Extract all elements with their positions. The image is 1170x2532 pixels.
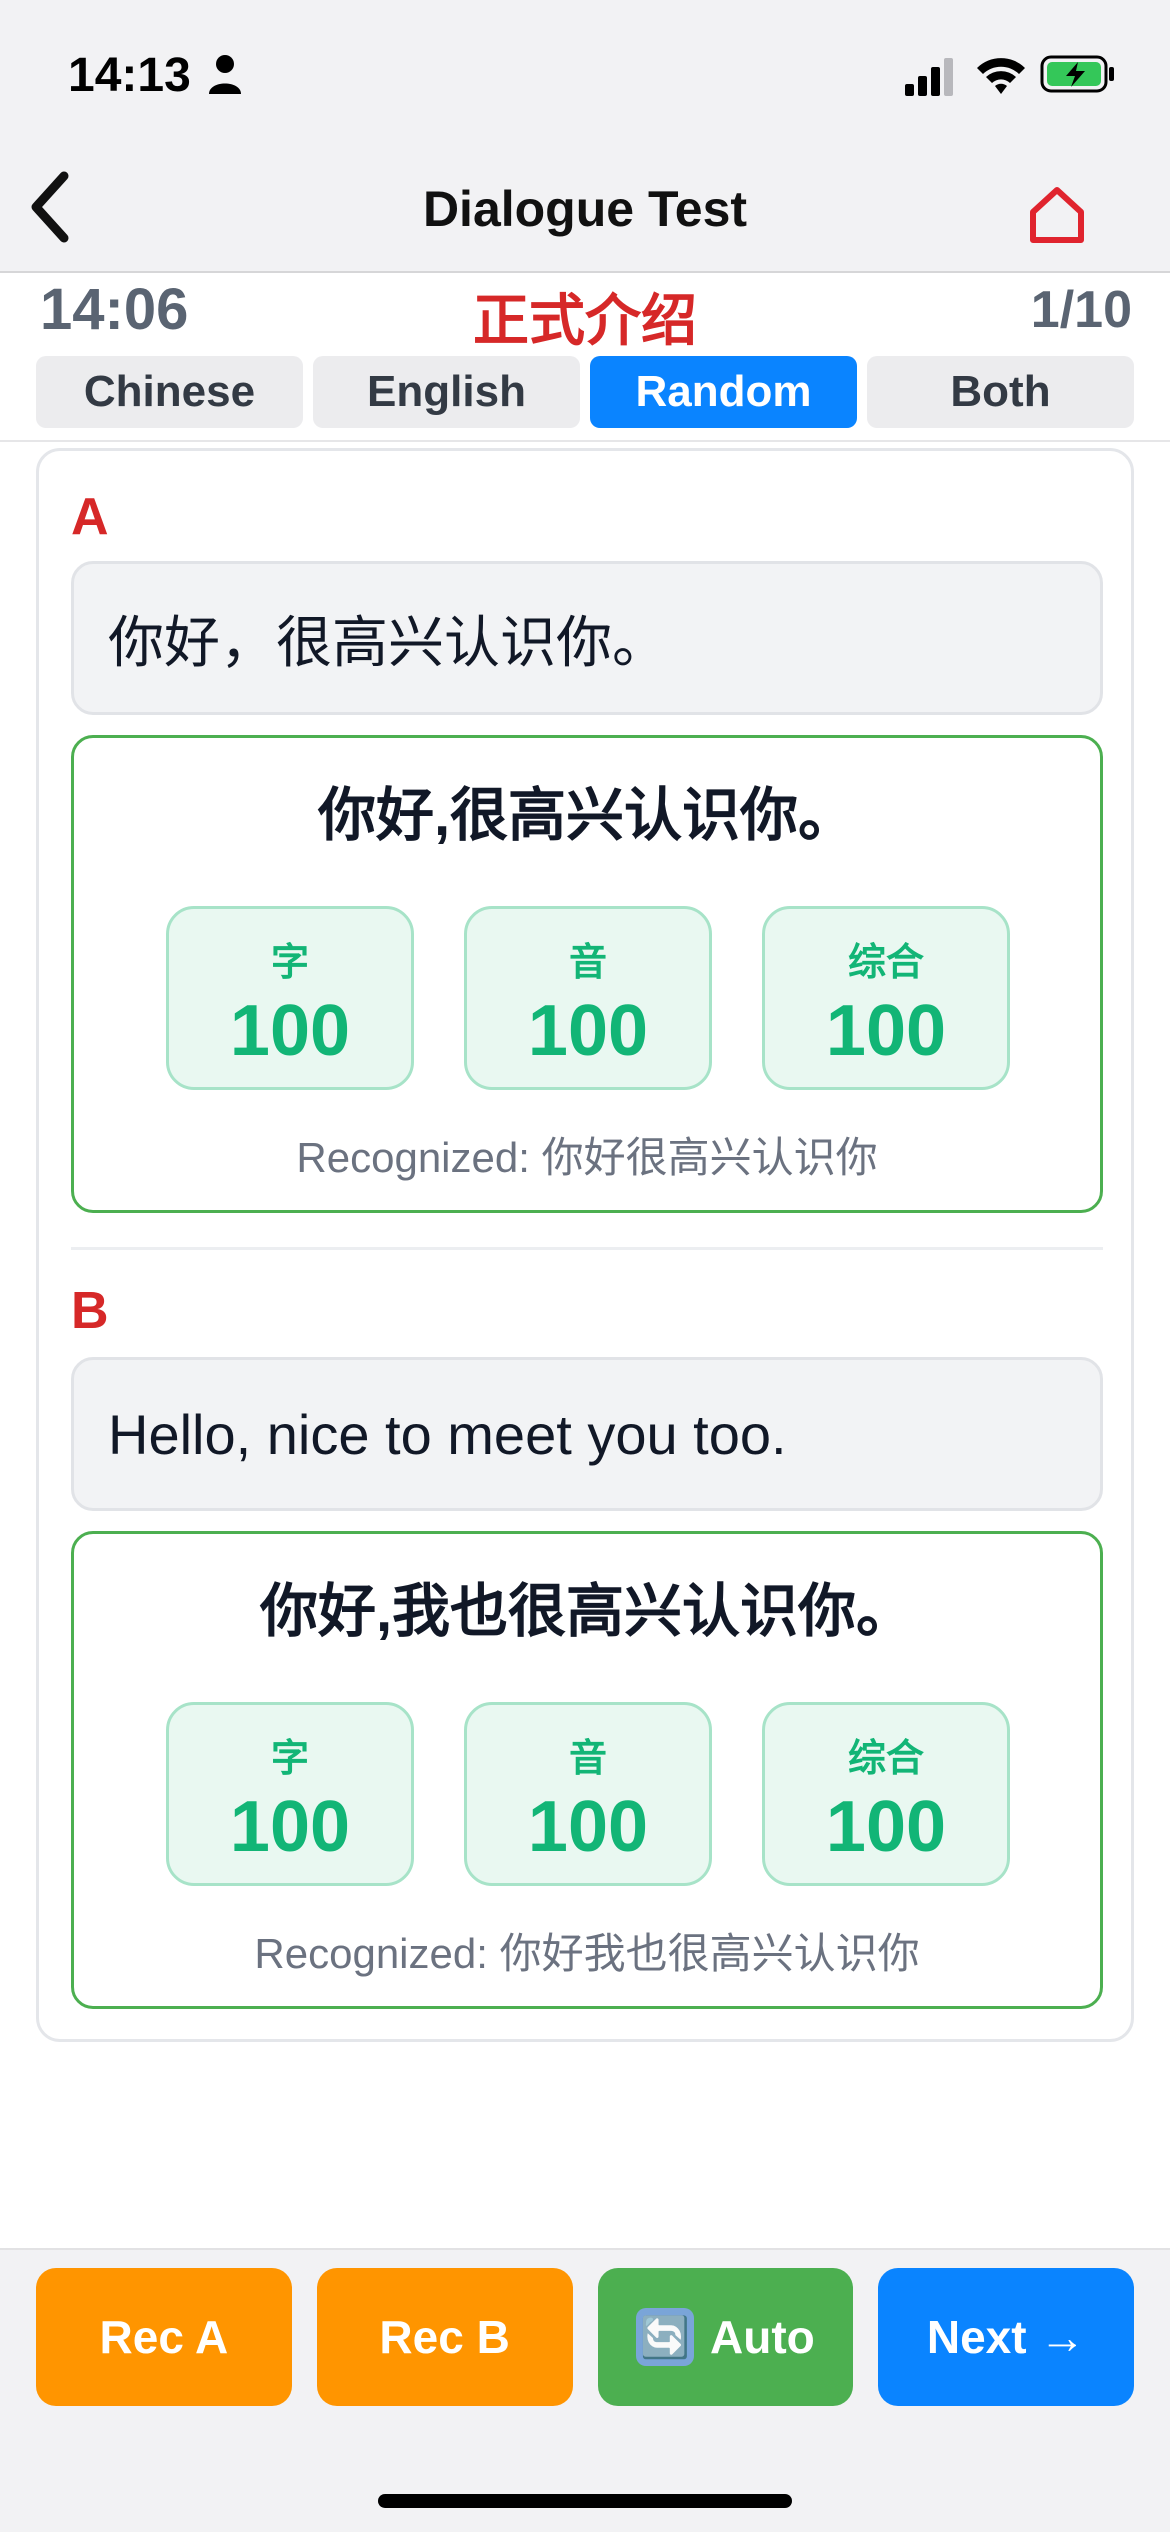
score-row-a: 字 100 音 100 综合 100	[166, 906, 1010, 1090]
next-button[interactable]: Next →	[878, 2268, 1134, 2406]
auto-play-button[interactable]: 🔄 Auto	[597, 2268, 854, 2406]
recognized-text-a: Recognized: 你好很高兴认识你	[296, 1134, 878, 1181]
person-icon	[209, 55, 241, 94]
tab-english[interactable]: English	[313, 356, 580, 428]
score-character-a: 字 100	[166, 906, 414, 1090]
score-label: 综合	[847, 1738, 924, 1780]
lesson-title: 正式介绍	[473, 289, 697, 352]
wifi-icon	[977, 58, 1025, 94]
cellular-signal-icon	[905, 58, 953, 96]
status-time: 14:13	[68, 49, 191, 102]
score-label: 字	[270, 1738, 309, 1780]
line-divider	[71, 1247, 1103, 1250]
result-panel-b: 你好,我也很高兴认识你。 字 100 音 100 综合 100 Recogniz…	[71, 1531, 1103, 2009]
recognized-text-b: Recognized: 你好我也很高兴认识你	[254, 1930, 920, 1977]
top-header: 14:13 Dialogue Test	[0, 0, 1170, 273]
score-value: 100	[229, 1787, 351, 1867]
score-value: 100	[527, 991, 649, 1071]
tabs-divider	[0, 440, 1170, 442]
record-b-button[interactable]: Rec B	[316, 2268, 573, 2406]
result-panel-a: 你好,很高兴认识你。 字 100 音 100 综合 100 Recognized…	[71, 735, 1103, 1213]
tab-both[interactable]: Both	[867, 356, 1134, 428]
refresh-icon: 🔄	[636, 2308, 694, 2366]
prompt-box-a: 你好，很高兴认识你。	[71, 561, 1103, 715]
score-label: 综合	[847, 942, 924, 984]
score-pronunciation-b: 音 100	[464, 1702, 712, 1886]
question-counter: 1/10	[1030, 281, 1132, 339]
bottom-action-bar: Rec A Rec B 🔄 Auto Next →	[0, 2248, 1170, 2532]
score-overall-b: 综合 100	[762, 1702, 1010, 1886]
status-bar: 14:13	[0, 40, 1170, 110]
score-value: 100	[527, 1787, 649, 1867]
score-pronunciation-a: 音 100	[464, 906, 712, 1090]
score-label: 音	[568, 942, 607, 984]
record-a-button[interactable]: Rec A	[36, 2268, 292, 2406]
action-buttons: Rec A Rec B 🔄 Auto Next →	[36, 2268, 1134, 2406]
home-indicator	[378, 2494, 792, 2508]
score-value: 100	[825, 1787, 947, 1867]
tab-chinese[interactable]: Chinese	[36, 356, 303, 428]
score-character-b: 字 100	[166, 1702, 414, 1886]
page-title: Dialogue Test	[422, 181, 748, 237]
answer-text-b: 你好,我也很高兴认识你。	[259, 1579, 915, 1644]
home-icon[interactable]	[1028, 186, 1086, 244]
score-overall-a: 综合 100	[762, 906, 1010, 1090]
score-value: 100	[229, 991, 351, 1071]
score-row-b: 字 100 音 100 综合 100	[166, 1702, 1010, 1886]
mode-tabs: Chinese English Random Both	[36, 356, 1134, 428]
speaker-label-b: B	[71, 1282, 109, 1340]
tab-random[interactable]: Random	[590, 356, 857, 428]
test-info-row: 14:06 正式介绍 1/10	[0, 276, 1170, 352]
prompt-box-b: Hello, nice to meet you too.	[71, 1357, 1103, 1511]
battery-charging-icon	[1040, 55, 1114, 93]
score-label: 音	[568, 1738, 607, 1780]
auto-button-label: Auto	[710, 2311, 815, 2363]
score-label: 字	[270, 942, 309, 984]
answer-text-a: 你好,很高兴认识你。	[317, 783, 857, 848]
speaker-label-a: A	[71, 488, 109, 546]
dialogue-card: A 你好，很高兴认识你。 你好,很高兴认识你。 字 100 音 100 综合 1…	[36, 448, 1134, 2042]
score-value: 100	[825, 991, 947, 1071]
nav-bar: Dialogue Test	[0, 150, 1170, 270]
